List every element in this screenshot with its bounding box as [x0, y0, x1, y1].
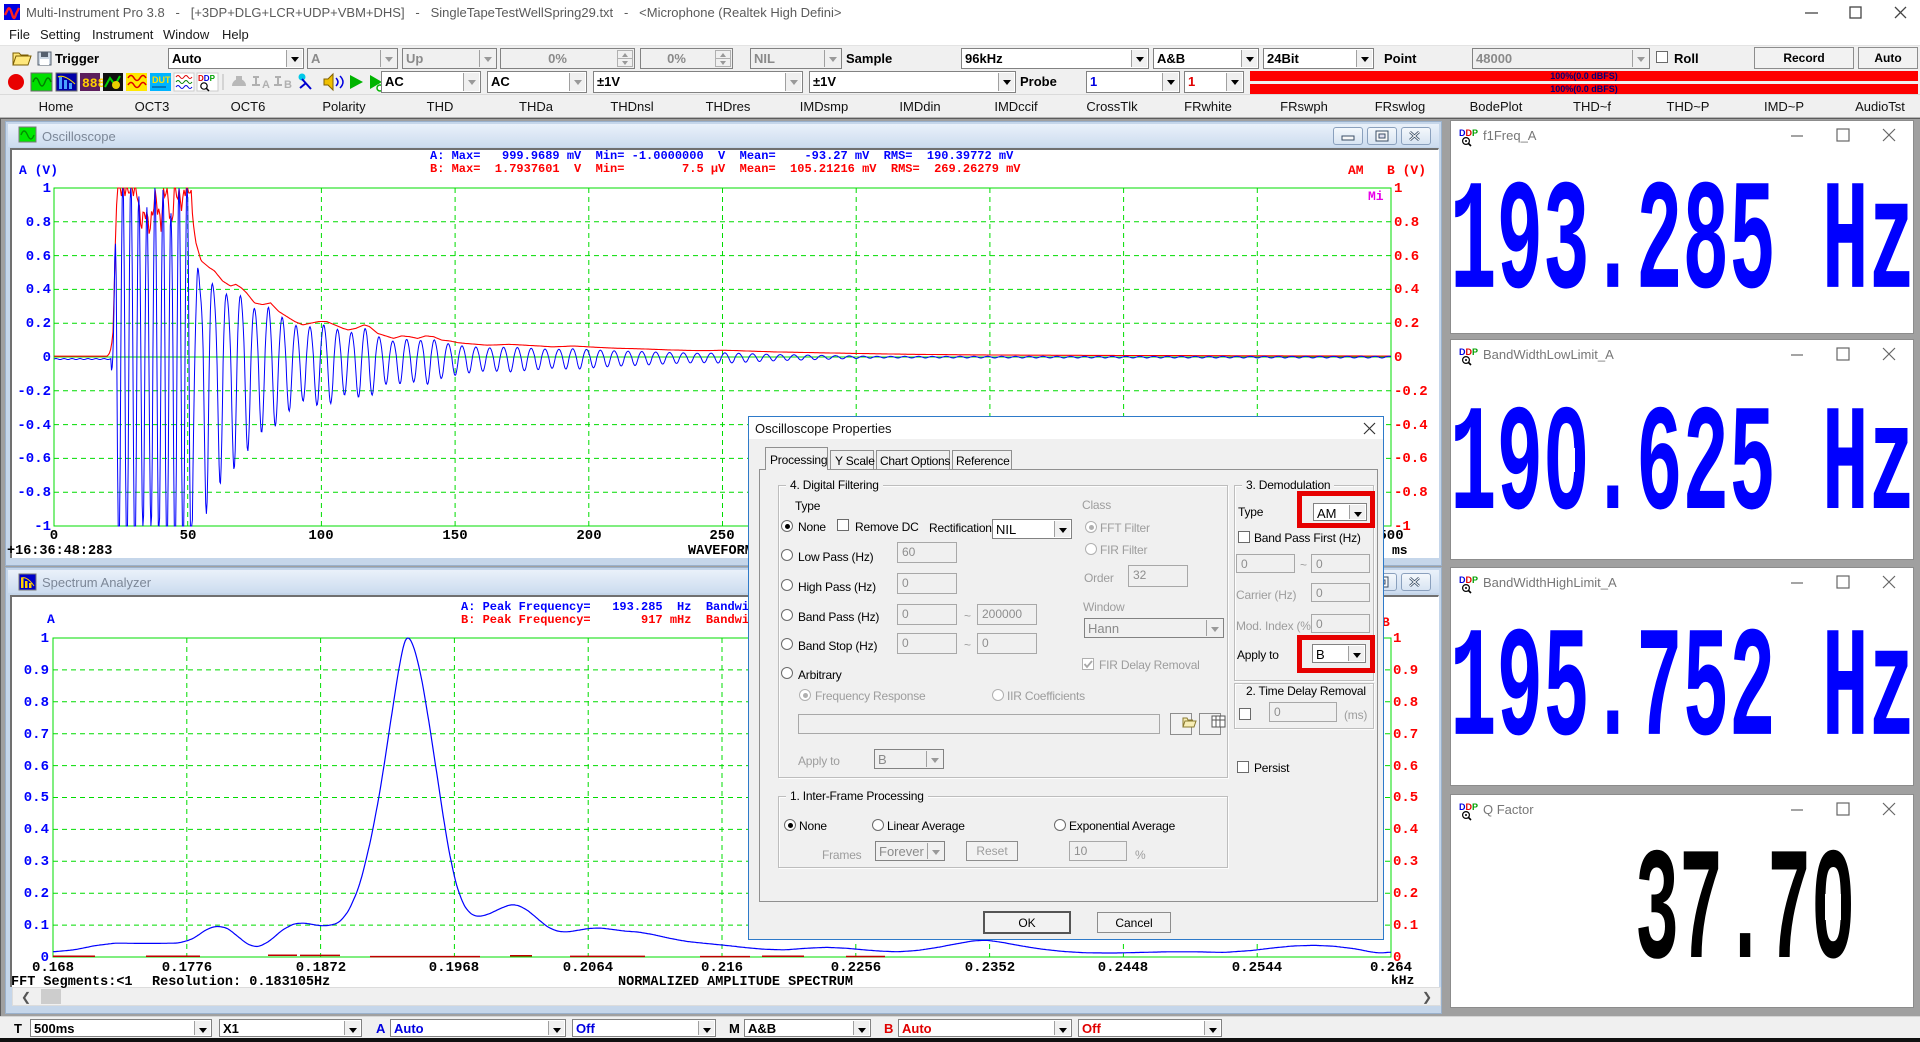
- svg-text:DDP: DDP: [1459, 128, 1478, 138]
- svg-text:DDP: DDP: [1459, 575, 1478, 585]
- svg-text:DDP: DDP: [1459, 802, 1478, 812]
- svg-text:DDP: DDP: [1459, 347, 1478, 357]
